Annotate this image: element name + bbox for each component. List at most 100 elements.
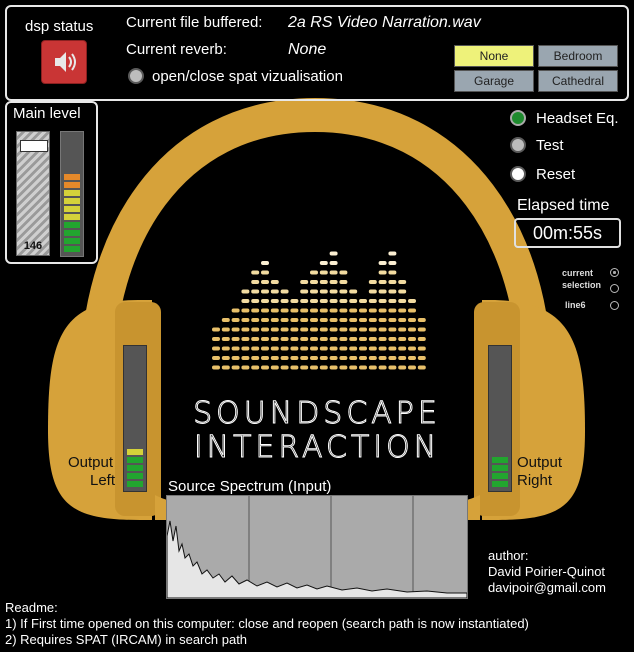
eq-segment	[300, 299, 309, 303]
test-toggle[interactable]	[510, 137, 526, 153]
eq-segment	[241, 337, 250, 341]
eq-segment	[310, 318, 318, 322]
eq-segment	[339, 280, 348, 284]
eq-segment	[359, 308, 367, 313]
reverb-button-bedroom[interactable]: Bedroom	[538, 45, 618, 67]
eq-segment	[280, 289, 289, 294]
eq-segment	[251, 337, 260, 341]
eq-segment	[261, 270, 269, 275]
current-reverb-label: Current reverb:	[126, 41, 227, 58]
dsp-toggle-button[interactable]	[41, 40, 87, 84]
eq-segment	[319, 270, 328, 275]
eq-segment	[319, 346, 328, 351]
eq-segment	[319, 318, 328, 322]
eq-segment	[378, 365, 387, 370]
eq-segment	[251, 280, 260, 284]
eq-segment	[212, 337, 220, 341]
eq-segment	[241, 346, 250, 351]
eq-segment	[261, 337, 269, 341]
eq-segment	[388, 299, 397, 303]
eq-segment	[339, 356, 348, 360]
current-selection-radio[interactable]	[610, 268, 619, 277]
reverb-button-garage[interactable]: Garage	[454, 70, 534, 92]
line6-label: line6	[565, 300, 586, 310]
reverb-button-none[interactable]: None	[454, 45, 534, 67]
eq-segment	[408, 299, 416, 303]
eq-segment	[398, 289, 407, 294]
main-level-slider[interactable]: 146	[16, 131, 50, 256]
meter-segment	[64, 190, 80, 196]
headset-eq-toggle[interactable]	[510, 110, 526, 126]
eq-segment	[388, 365, 397, 370]
eq-segment	[388, 327, 397, 332]
line6-radio[interactable]	[610, 301, 619, 310]
eq-segment	[398, 356, 407, 360]
eq-segment	[378, 337, 387, 341]
eq-segment	[270, 337, 279, 341]
eq-segment	[368, 280, 377, 284]
eq-segment	[329, 251, 338, 256]
eq-segment	[231, 356, 240, 360]
eq-segment	[359, 318, 367, 322]
eq-segment	[319, 365, 328, 370]
readme-line-1: 1) If First time opened on this computer…	[5, 616, 529, 631]
eq-segment	[241, 299, 250, 303]
eq-segment	[300, 356, 309, 360]
eq-segment	[310, 346, 318, 351]
eq-segment	[339, 346, 348, 351]
eq-segment	[388, 270, 397, 275]
eq-segment	[378, 289, 387, 294]
current-selection-radio-2[interactable]	[610, 284, 619, 293]
meter-segment	[64, 174, 80, 180]
reset-button[interactable]	[510, 166, 526, 182]
eq-segment	[310, 280, 318, 284]
eq-segment	[251, 270, 260, 275]
eq-segment	[388, 289, 397, 294]
meter-segment	[64, 246, 80, 252]
eq-segment	[261, 299, 269, 303]
main-level-value: 146	[23, 240, 43, 252]
meter-segment	[64, 206, 80, 212]
eq-segment	[241, 356, 250, 360]
eq-segment	[319, 356, 328, 360]
eq-segment	[319, 299, 328, 303]
eq-segment	[319, 308, 328, 313]
eq-segment	[329, 337, 338, 341]
eq-segment	[349, 299, 358, 303]
eq-segment	[329, 318, 338, 322]
speaker-icon	[55, 52, 76, 72]
eq-segment	[349, 356, 358, 360]
eq-segment	[251, 308, 260, 313]
eq-segment	[221, 327, 230, 332]
eq-segment	[270, 327, 279, 332]
eq-segment	[310, 356, 318, 360]
eq-segment	[388, 308, 397, 313]
eq-segment	[251, 318, 260, 322]
eq-segment	[378, 346, 387, 351]
eq-segment	[378, 261, 387, 265]
eq-segment	[417, 337, 426, 341]
eq-segment	[339, 289, 348, 294]
eq-segment	[398, 346, 407, 351]
reverb-button-cathedral[interactable]: Cathedral	[538, 70, 618, 92]
main-level-slider-handle[interactable]	[20, 140, 48, 152]
eq-segment	[300, 308, 309, 313]
eq-segment	[319, 337, 328, 341]
eq-segment	[319, 327, 328, 332]
eq-segment	[280, 346, 289, 351]
readme-title: Readme:	[5, 600, 58, 615]
eq-segment	[388, 251, 397, 256]
eq-segment	[329, 299, 338, 303]
spat-visualisation-toggle[interactable]	[128, 68, 144, 84]
eq-segment	[280, 337, 289, 341]
eq-segment	[270, 365, 279, 370]
eq-segment	[310, 337, 318, 341]
eq-segment	[359, 365, 367, 370]
eq-segment	[241, 327, 250, 332]
meter-segment	[64, 198, 80, 204]
eq-segment	[408, 308, 416, 313]
eq-segment	[300, 346, 309, 351]
eq-segment	[378, 280, 387, 284]
eq-segment	[270, 289, 279, 294]
author-label: author:	[488, 548, 529, 563]
